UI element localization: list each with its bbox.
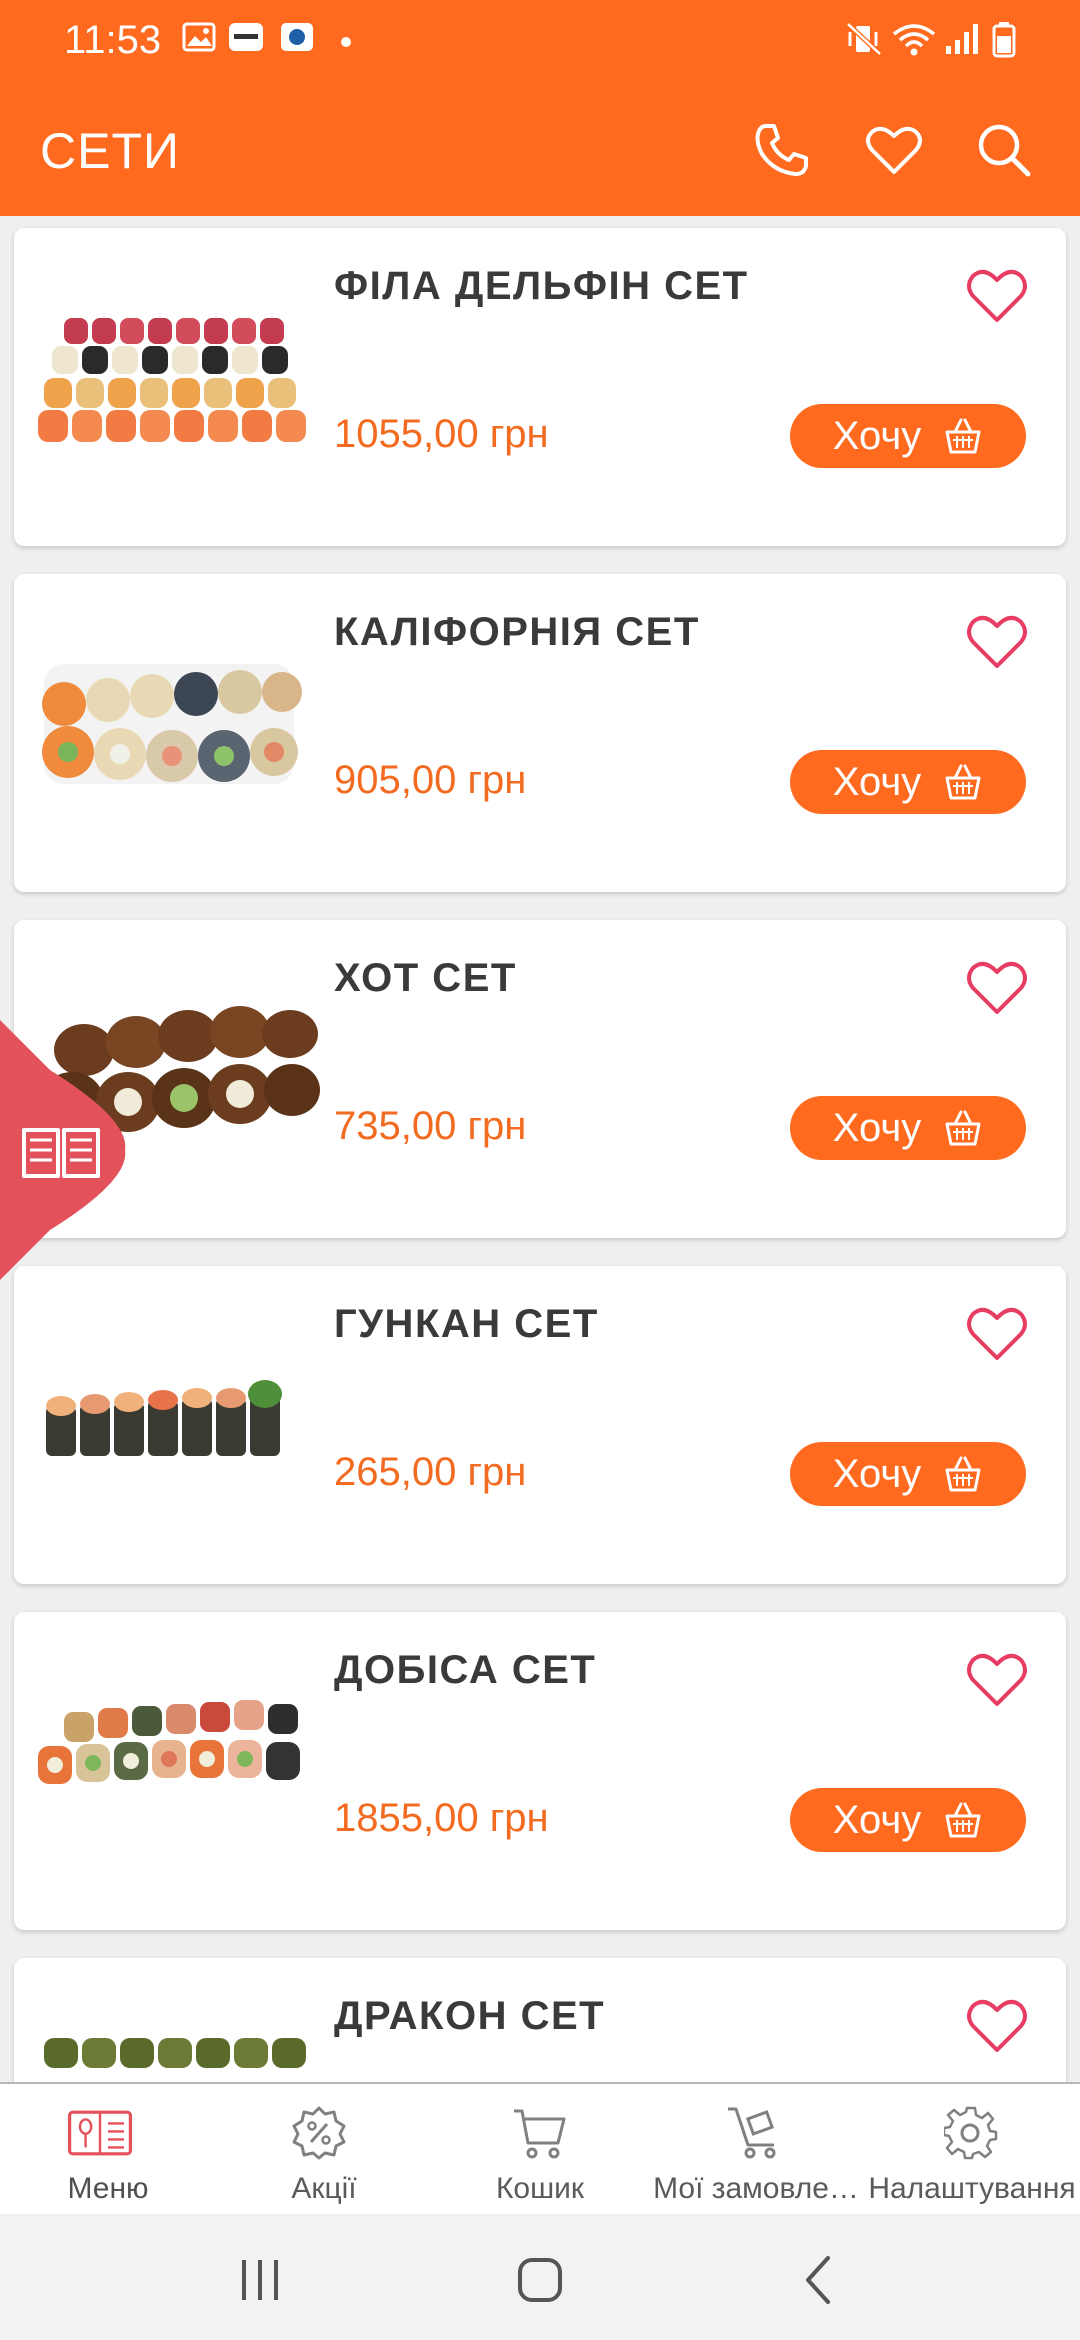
bottom-navigation: Меню Акції Кошик Мої замовле… Налаштуван…: [0, 2082, 1080, 2214]
battery-icon: [992, 22, 1016, 58]
recent-apps-icon[interactable]: [230, 2250, 290, 2310]
vibrate-mute-icon: [846, 22, 882, 56]
nav-label: Акції: [291, 2172, 357, 2205]
dot-icon: [341, 37, 351, 47]
nav-item-menu[interactable]: Меню: [0, 2084, 216, 2216]
wifi-icon: [892, 24, 936, 56]
nav-label: Мої замовле…: [653, 2172, 859, 2205]
favorite-heart-icon[interactable]: [964, 1994, 1030, 2054]
product-card[interactable]: ГУНКАН СЕТ 265,00 грн Хочу: [14, 1266, 1066, 1584]
product-image: [44, 2038, 306, 2068]
product-name: ДОБІСА СЕТ: [334, 1648, 597, 1692]
product-price: 265,00 грн: [334, 1450, 527, 1494]
nav-item-promotions[interactable]: Акції: [216, 2084, 432, 2216]
page-title: СЕТИ: [40, 123, 180, 179]
basket-icon: [945, 1456, 981, 1492]
heart-icon[interactable]: [862, 118, 926, 182]
nav-item-settings[interactable]: Налаштування: [864, 2084, 1080, 2216]
product-card[interactable]: ДРАКОН СЕТ: [14, 1958, 1066, 2082]
product-card[interactable]: КАЛІФОРНІЯ СЕТ 905,00 грн Хочу: [14, 574, 1066, 892]
product-name: ФІЛА ДЕЛЬФІН СЕТ: [334, 264, 749, 308]
product-price: 1055,00 грн: [334, 412, 549, 456]
back-icon[interactable]: [790, 2250, 850, 2310]
top-bar: 11:53 СЕТИ: [0, 0, 1080, 216]
gallery-icon: [182, 22, 216, 52]
want-button-label: Хочу: [832, 759, 922, 804]
product-card[interactable]: ФІЛА ДЕЛЬФІН СЕТ 1055,00 грн Хочу: [14, 228, 1066, 546]
favorite-heart-icon[interactable]: [964, 264, 1030, 324]
menu-book-icon: [68, 2110, 132, 2156]
status-bar: 11:53: [0, 0, 1080, 84]
want-button[interactable]: Хочу: [790, 1442, 1026, 1506]
product-price: 735,00 грн: [334, 1104, 527, 1148]
side-menu-tab[interactable]: [0, 1020, 130, 1280]
favorite-heart-icon[interactable]: [964, 610, 1030, 670]
gear-icon: [944, 2106, 998, 2160]
nav-label: Кошик: [495, 2172, 585, 2205]
want-button[interactable]: Хочу: [790, 404, 1026, 468]
product-name: ГУНКАН СЕТ: [334, 1302, 599, 1346]
basket-icon: [945, 1110, 981, 1146]
cart-icon: [514, 2109, 566, 2159]
app-notification-icon: [229, 23, 263, 51]
favorite-heart-icon[interactable]: [964, 1648, 1030, 1708]
product-image: [42, 664, 302, 784]
product-price: 905,00 грн: [334, 758, 527, 802]
want-button-label: Хочу: [832, 1451, 922, 1496]
product-card[interactable]: ДОБІСА СЕТ 1855,00 грн Хочу: [14, 1612, 1066, 1930]
product-list[interactable]: ФІЛА ДЕЛЬФІН СЕТ 1055,00 грн Хочу КАЛІФО…: [0, 216, 1080, 2082]
want-button-label: Хочу: [832, 413, 922, 458]
product-image: [46, 1380, 282, 1456]
product-name: ХОТ СЕТ: [334, 956, 517, 1000]
home-icon[interactable]: [510, 2250, 570, 2310]
want-button[interactable]: Хочу: [790, 750, 1026, 814]
search-icon[interactable]: [972, 118, 1036, 182]
discount-icon: [292, 2106, 346, 2160]
app-notification-icon: [281, 23, 313, 51]
nav-label: Меню: [67, 2172, 149, 2205]
want-button[interactable]: Хочу: [790, 1096, 1026, 1160]
signal-icon: [946, 24, 978, 54]
want-button-label: Хочу: [832, 1105, 922, 1150]
phone-icon[interactable]: [750, 118, 814, 182]
basket-icon: [945, 1802, 981, 1838]
favorite-heart-icon[interactable]: [964, 1302, 1030, 1362]
basket-icon: [945, 764, 981, 800]
delivery-cart-icon: [728, 2107, 776, 2159]
product-price: 1855,00 грн: [334, 1796, 549, 1840]
status-time: 11:53: [64, 18, 162, 62]
product-image: [38, 1700, 300, 1784]
nav-item-my-orders[interactable]: Мої замовле…: [648, 2084, 864, 2216]
nav-item-cart[interactable]: Кошик: [432, 2084, 648, 2216]
product-name: ДРАКОН СЕТ: [334, 1994, 606, 2038]
basket-icon: [945, 418, 981, 454]
product-card[interactable]: ХОТ СЕТ 735,00 грн Хочу: [14, 920, 1066, 1238]
nav-label: Налаштування: [868, 2172, 1076, 2205]
favorite-heart-icon[interactable]: [964, 956, 1030, 1016]
want-button[interactable]: Хочу: [790, 1788, 1026, 1852]
system-navigation-bar: [0, 2214, 1080, 2340]
product-name: КАЛІФОРНІЯ СЕТ: [334, 610, 700, 654]
want-button-label: Хочу: [832, 1797, 922, 1842]
product-image: [38, 318, 306, 442]
